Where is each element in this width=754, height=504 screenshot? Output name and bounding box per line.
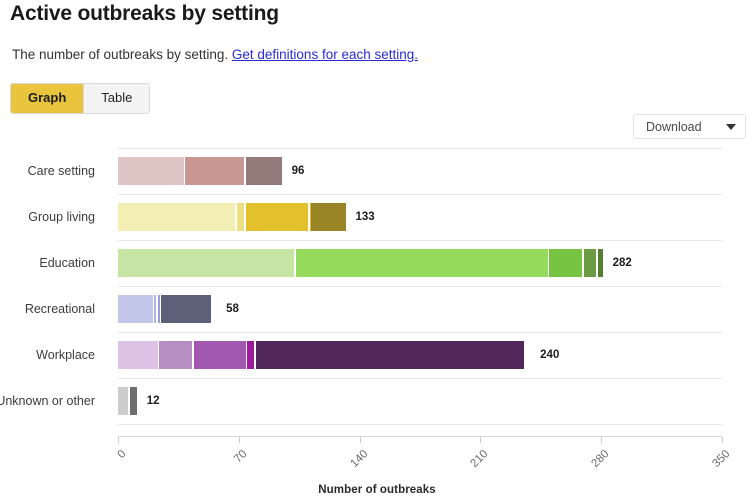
view-tabs: Graph Table — [10, 83, 151, 114]
outbreaks-panel: Active outbreaks by setting The number o… — [0, 0, 754, 504]
x-axis-tick — [359, 437, 361, 443]
category-label: Recreational — [24, 302, 95, 316]
bar-total-label: 133 — [355, 211, 375, 223]
x-axis-tick — [118, 437, 119, 443]
bar-segment[interactable] — [154, 295, 157, 323]
x-axis-tick — [238, 437, 240, 443]
chart-row: Group living 133 — [0, 194, 754, 240]
bar-segment[interactable] — [130, 387, 138, 415]
bar-segment[interactable] — [245, 157, 283, 185]
tab-graph[interactable]: Graph — [11, 84, 85, 113]
bar-segment[interactable] — [157, 295, 160, 323]
bar-segment[interactable] — [185, 157, 245, 185]
bar-segment[interactable] — [193, 341, 246, 369]
category-label: Unknown or other — [0, 394, 95, 408]
bar-segment[interactable] — [118, 249, 295, 277]
bar-segment[interactable] — [549, 249, 583, 277]
bar-total-label: 58 — [226, 303, 239, 315]
bar-total-label: 240 — [540, 349, 560, 361]
bar-segment[interactable] — [583, 249, 597, 277]
download-button[interactable]: Download — [633, 114, 746, 139]
bar-segment[interactable] — [597, 249, 604, 277]
download-label: Download — [646, 119, 702, 134]
x-axis-tick — [480, 437, 482, 443]
x-axis-title: Number of outbreaks — [318, 484, 436, 496]
chart-row: Education 282 — [0, 240, 754, 286]
x-axis-tick — [722, 437, 723, 443]
chevron-down-icon — [726, 123, 736, 130]
category-label: Workplace — [36, 348, 95, 362]
description-text: The number of outbreaks by setting. — [12, 47, 229, 62]
x-axis-line — [118, 436, 722, 437]
bar-segment[interactable] — [256, 341, 524, 369]
category-label: Education — [39, 256, 95, 270]
chart-row: Care setting 96 — [0, 148, 754, 194]
x-axis-tick — [601, 437, 603, 443]
chart-row: Unknown or other 12 — [0, 378, 754, 424]
bar-segment[interactable] — [118, 295, 153, 323]
outbreaks-bar-chart: Number of outbreaks Care setting 96 Group … — [0, 148, 754, 496]
bar-segment[interactable] — [118, 203, 236, 231]
bar-segment[interactable] — [118, 387, 129, 415]
definitions-link[interactable]: Get definitions for each setting. — [232, 47, 418, 62]
bar-segment[interactable] — [118, 157, 184, 185]
page-description: The number of outbreaks by setting. Get … — [12, 47, 418, 62]
chart-row: Recreational 58 — [0, 286, 754, 332]
bar-segment[interactable] — [247, 341, 255, 369]
chart-row: Workplace 240 — [0, 332, 754, 378]
bar-segment[interactable] — [245, 203, 308, 231]
page-title: Active outbreaks by setting — [10, 2, 279, 25]
bar-segment[interactable] — [237, 203, 245, 231]
bar-total-label: 282 — [612, 257, 632, 269]
bar-segment[interactable] — [295, 249, 548, 277]
bar-segment[interactable] — [311, 203, 346, 231]
tab-table[interactable]: Table — [84, 84, 150, 113]
bar-total-label: 12 — [146, 395, 160, 407]
bar-segment[interactable] — [118, 341, 158, 369]
category-label: Group living — [28, 210, 95, 224]
row-separator — [118, 424, 722, 425]
bar-total-label: 96 — [291, 165, 305, 177]
bar-segment[interactable] — [159, 341, 193, 369]
bar-segment[interactable] — [161, 295, 212, 323]
category-label: Care setting — [27, 164, 95, 178]
